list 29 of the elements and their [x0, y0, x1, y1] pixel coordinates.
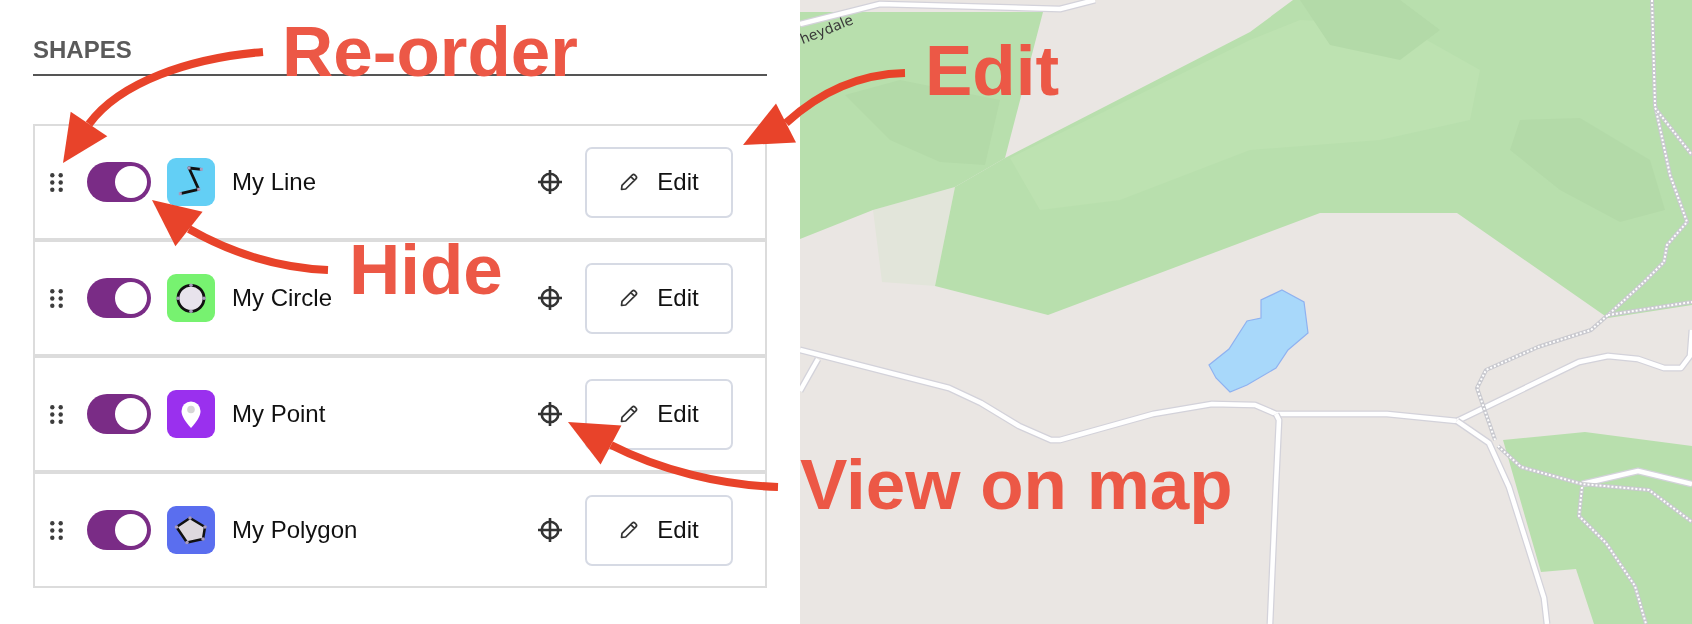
annotation-label: Re-order — [282, 16, 578, 87]
visibility-toggle[interactable] — [87, 162, 151, 202]
crosshair-icon[interactable] — [537, 285, 563, 311]
crosshair-icon[interactable] — [537, 169, 563, 195]
annotation-label: Edit — [925, 35, 1060, 106]
shape-name: My Polygon — [232, 515, 359, 545]
visibility-toggle[interactable] — [87, 510, 151, 550]
drag-handle-icon[interactable] — [50, 172, 63, 192]
edit-button[interactable]: Edit — [585, 146, 733, 218]
edit-button[interactable]: Edit — [585, 494, 733, 566]
edit-button[interactable]: Edit — [585, 378, 733, 450]
shape-name: My Point — [232, 399, 327, 429]
pencil-icon — [619, 172, 640, 192]
drag-handle-icon[interactable] — [50, 404, 63, 424]
annotation-label: Hide — [349, 234, 503, 305]
shape-name: My Line — [232, 167, 318, 197]
edit-button[interactable]: Edit — [585, 262, 733, 334]
pencil-icon — [619, 288, 640, 308]
drag-handle-icon[interactable] — [50, 520, 63, 540]
drag-handle-icon[interactable] — [50, 288, 63, 308]
visibility-toggle[interactable] — [87, 278, 151, 318]
pencil-icon — [619, 404, 640, 424]
crosshair-icon[interactable] — [537, 401, 563, 427]
shape-name: My Circle — [232, 283, 333, 313]
map-drawing[interactable] — [800, 0, 1692, 624]
pencil-icon — [619, 520, 640, 540]
section-title: SHAPES — [33, 36, 132, 64]
crosshair-icon[interactable] — [537, 517, 563, 543]
visibility-toggle[interactable] — [87, 394, 151, 434]
